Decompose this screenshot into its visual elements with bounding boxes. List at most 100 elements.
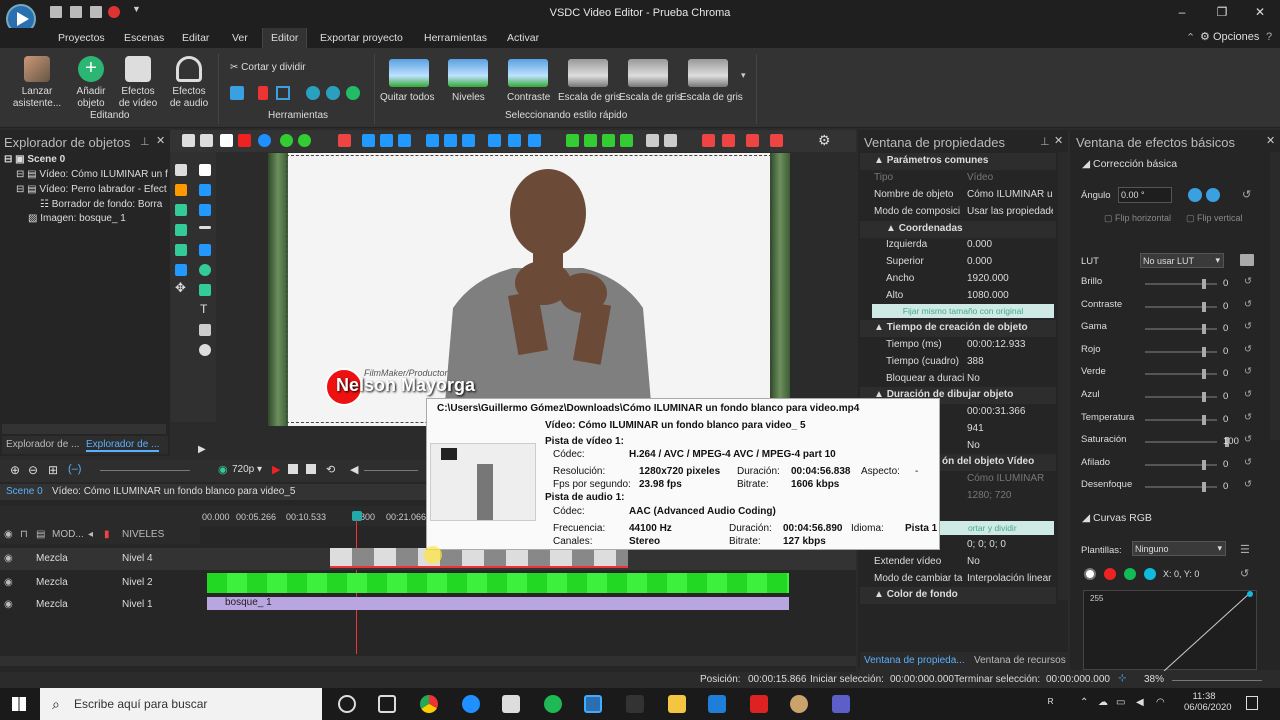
vertical-scrollbar[interactable] [1270,152,1280,440]
send-back-icon[interactable] [620,134,633,147]
pin-icon[interactable]: ⊥ [140,135,150,148]
effect-slider[interactable] [1145,482,1217,493]
lut-select[interactable]: No usar LUT ▾ [1140,253,1224,268]
prop-row[interactable]: Superior 0.000 [872,254,1054,271]
fit-timeline-icon[interactable]: ⊞ [48,463,58,477]
effect-row-8[interactable]: Afilado 0 ↺ [1081,457,1261,475]
align-middle-icon[interactable] [444,134,457,147]
blend-mode[interactable]: Mezcla [36,599,68,610]
move-icon[interactable]: ✥ [175,280,186,296]
add-object-button[interactable]: + Añadir objeto [68,56,114,110]
frame-step-icon[interactable] [306,464,316,474]
prop-row[interactable]: Izquierda 0.000 [872,237,1054,254]
resolution-select[interactable]: 720p ▾ [232,464,262,475]
text-icon[interactable]: T [200,302,207,316]
channel-green-button[interactable] [1124,568,1136,580]
snap-icon[interactable] [722,134,735,147]
mail-icon[interactable] [708,695,726,713]
tab-properties[interactable]: Ventana de propieda... [864,655,965,666]
reset-icon[interactable]: ↺ [1244,389,1252,400]
app-icon[interactable] [626,695,644,713]
prop-row[interactable]: Bloquear a duraci No [872,371,1054,388]
horizontal-scrollbar[interactable] [2,424,166,434]
prop-row[interactable]: Tiempo (cuadro) 388 [872,354,1054,371]
styles-scroll-icon[interactable]: ▾ [741,70,746,81]
prop-row[interactable]: Extender vídeo No [872,554,1054,571]
wifi-icon[interactable]: ◠ [1156,697,1165,708]
effect-slider[interactable] [1145,346,1217,357]
section-rgb-curves[interactable]: ◢ Curvas RGB [1082,512,1152,524]
reset-icon[interactable]: ↺ [1244,366,1252,377]
tray-chevron-icon[interactable]: ⌃ [1080,697,1088,708]
eye-icon[interactable]: ◉ [4,529,13,540]
volume-icon[interactable]: ◀ [1136,697,1144,708]
volume-icon[interactable]: ◀ [350,463,358,476]
move-up-icon[interactable] [566,134,579,147]
reset-icon[interactable]: ↺ [1244,344,1252,355]
loop-icon[interactable]: ⟲ [326,463,335,476]
effect-row-5[interactable]: Azul 0 ↺ [1081,389,1261,407]
reset-icon[interactable]: ↺ [1244,299,1252,310]
flip-vertical-checkbox[interactable]: ▢ Flip vertical [1186,213,1243,224]
teams-icon[interactable] [832,695,850,713]
align-right-icon[interactable] [398,134,411,147]
channel-red-button[interactable] [1104,568,1116,580]
subtitle-icon[interactable] [199,204,211,216]
slider-knob[interactable] [1202,369,1206,380]
flip-icon[interactable] [326,86,340,100]
slider-knob[interactable] [1202,392,1206,402]
prop-value[interactable]: 0.000 [967,256,1053,267]
layers-icon[interactable]: ▤ [36,529,45,540]
folder-icon[interactable] [1240,254,1254,266]
style-grayscale-thumb[interactable] [628,59,668,87]
menu-editor[interactable]: Editor [262,28,308,48]
zoom-out-icon[interactable]: ⊖ [28,463,38,477]
close-icon[interactable]: ✕ [1054,134,1063,147]
style-contrast-thumb[interactable] [508,59,548,87]
menu-editar[interactable]: Editar [182,32,209,44]
rotate-left-icon[interactable] [1188,188,1202,202]
windows-start-icon[interactable] [12,697,26,711]
slider-knob[interactable] [1202,301,1206,312]
effect-row-0[interactable]: Brillo 0 ↺ [1081,276,1261,294]
effect-row-7[interactable]: Saturación 100 ↺ [1081,434,1261,452]
fit-original-size-button[interactable]: Fijar mismo tamaño con original [872,304,1054,318]
prop-row[interactable]: Alto 1080.000 [872,288,1054,305]
copy-icon[interactable] [200,134,213,147]
align-bottom-icon[interactable] [462,134,475,147]
slider-knob[interactable] [1202,279,1206,289]
menu-activar[interactable]: Activar [507,32,539,44]
tree-item-bg-remover[interactable]: ☷ Borrador de fondo: Borra [40,199,170,210]
tree-item-video-1[interactable]: ⊟ ▤ Vídeo: Cómo ILUMINAR un f [16,169,170,180]
slider-knob[interactable] [1202,482,1206,493]
reset-icon[interactable]: ↺ [1244,457,1252,468]
menu-ver[interactable]: Ver [232,32,248,44]
align-top-icon[interactable] [426,134,439,147]
tree-item-scene[interactable]: ⊟ ▣ Scene 0 [4,154,170,165]
pin-icon[interactable]: ⊥ [1040,135,1050,148]
ellipse-icon[interactable] [199,264,211,276]
breadcrumb-scene[interactable]: Scene 0 [6,486,43,497]
prop-row[interactable]: Nombre de objeto Cómo ILUMINAR un [872,187,1054,204]
prop-value[interactable]: No [967,373,1053,384]
effect-row-6[interactable]: Temperatura 0 ↺ [1081,412,1261,430]
prop-value[interactable]: Cómo ILUMINAR un [967,189,1053,200]
section-common[interactable]: ▲ Parámetros comunes [860,153,1056,170]
select-icon[interactable] [258,134,271,147]
slider-knob[interactable] [1202,459,1206,470]
reset-icon[interactable]: ↺ [1244,412,1252,423]
menu-herramientas[interactable]: Herramientas [424,32,487,44]
eye-icon[interactable]: ◉ [4,553,13,564]
prop-value[interactable]: 1080.000 [967,290,1053,301]
channel-white-button[interactable] [1084,568,1096,580]
reset-icon[interactable]: ↺ [1240,567,1249,580]
section-coordinates[interactable]: ▲ Coordenadas [860,221,1056,238]
effect-slider[interactable] [1145,369,1217,380]
effect-row-9[interactable]: Desenfoque 0 ↺ [1081,479,1261,497]
list-icon[interactable]: ☰ [1240,543,1250,556]
vsdc-taskbar-icon[interactable] [584,695,602,713]
section-creation-time[interactable]: ▲ Tiempo de creación de objeto [860,320,1056,337]
barcode-icon[interactable] [199,324,211,336]
paste-icon[interactable] [220,134,233,147]
prop-value[interactable]: 1920.000 [967,273,1053,284]
